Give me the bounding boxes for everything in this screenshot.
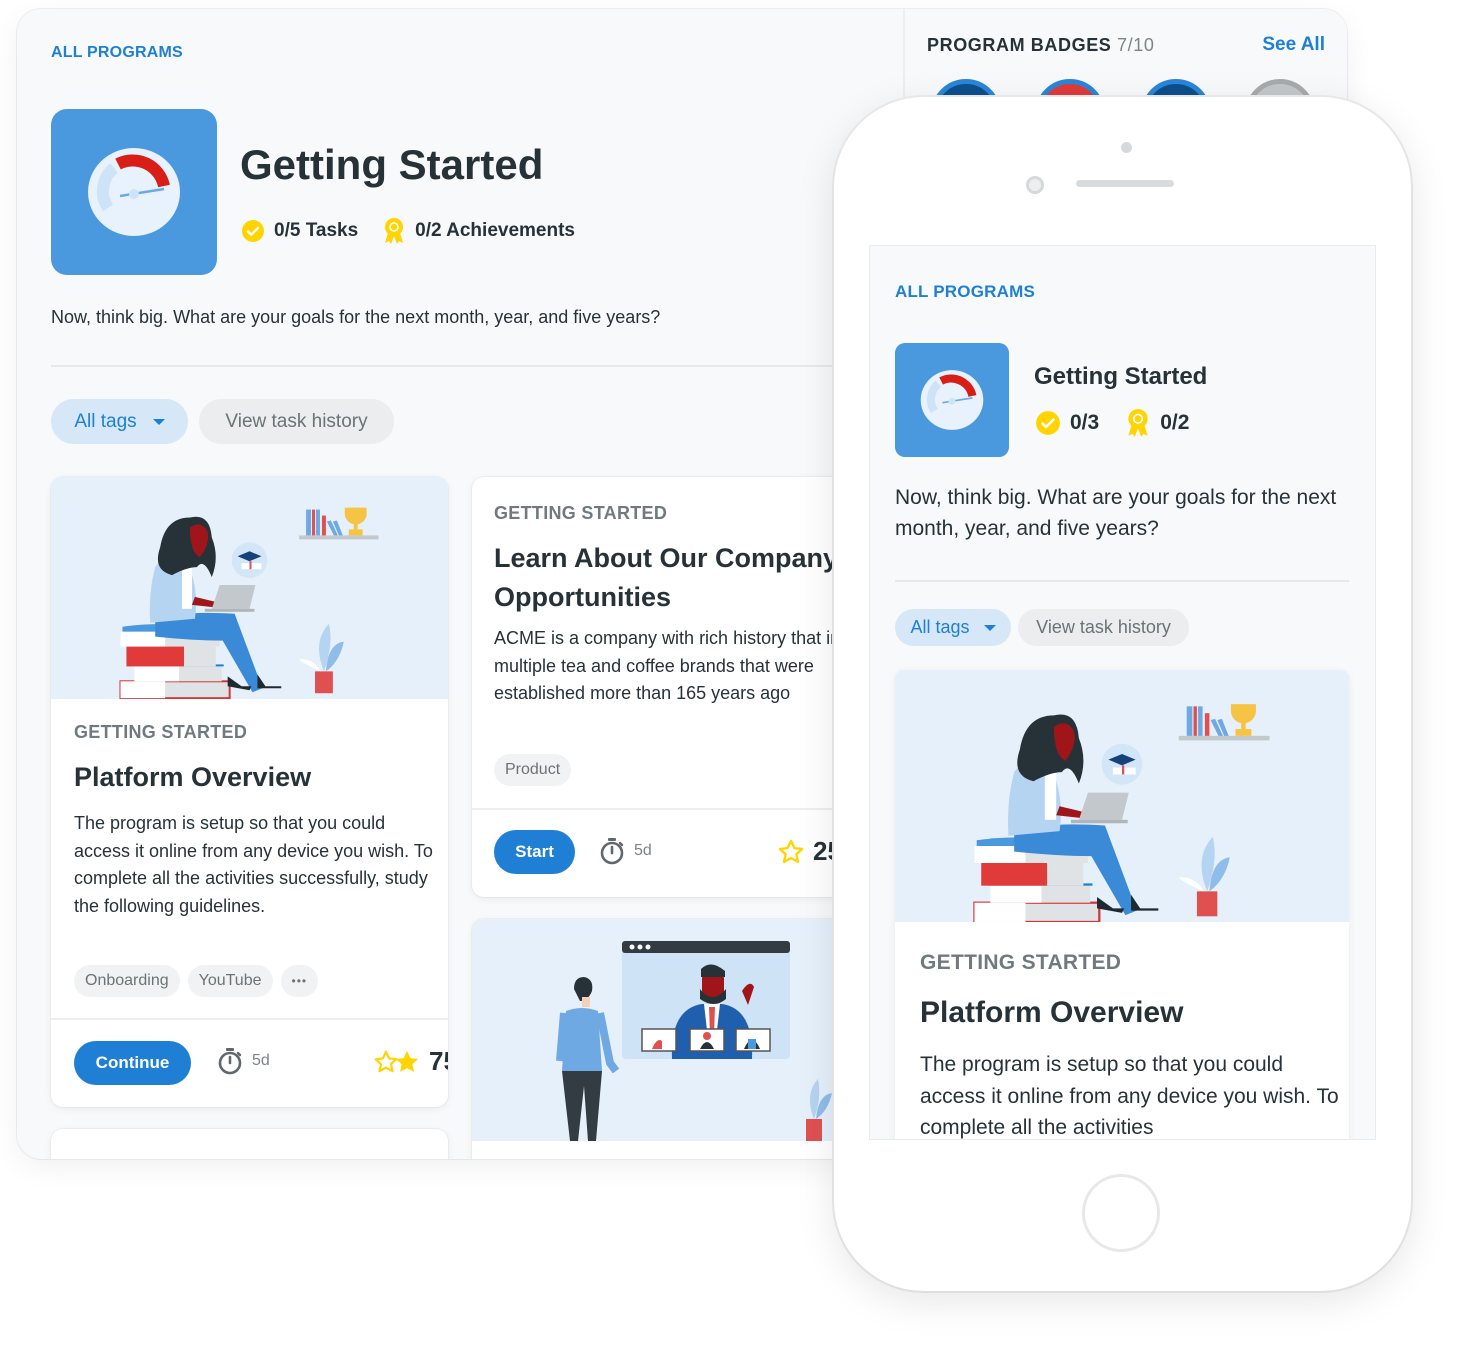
video-call-illustration <box>472 919 892 1141</box>
badges-count: 7/10 <box>1117 35 1155 55</box>
view-task-history-label: View task history <box>1036 617 1171 637</box>
duration: 5d <box>217 1047 270 1075</box>
more-tags-button[interactable]: ••• <box>280 965 319 997</box>
tasks-stat: 0/5 Tasks <box>241 219 358 243</box>
achievements-count: 0/2 Achievements <box>415 220 575 241</box>
tag-chip[interactable]: YouTube <box>187 965 273 997</box>
award-ribbon-icon <box>382 217 406 245</box>
stopwatch-icon <box>217 1047 243 1075</box>
all-tags-dropdown[interactable]: All tags <box>51 399 188 444</box>
task-card[interactable]: GETTING STARTED Platform Overview The pr… <box>51 477 448 1107</box>
phone-speaker <box>1076 180 1174 187</box>
achievements-stat: 0/2 Achievements <box>382 217 575 245</box>
award-ribbon-icon <box>1125 408 1151 438</box>
divider <box>472 808 892 810</box>
woman-studying-illustration <box>895 670 1349 922</box>
badges-title: PROGRAM BADGES 7/10 <box>927 35 1154 56</box>
program-title: Getting Started <box>240 141 544 188</box>
all-tags-label: All tags <box>74 410 137 432</box>
card-illustration <box>472 919 892 1141</box>
check-circle-icon <box>241 219 265 243</box>
card-category: GETTING STARTED <box>74 722 248 742</box>
card-tags: Product <box>494 754 579 786</box>
home-button[interactable] <box>1082 1174 1160 1252</box>
duration-value: 5d <box>252 1052 270 1069</box>
view-task-history-button[interactable]: View task history <box>199 399 394 444</box>
duration: 5d <box>599 837 652 865</box>
tasks-count: 0/3 <box>1070 411 1100 434</box>
caret-down-icon <box>152 418 165 425</box>
program-stats: 0/3 0/2 <box>1035 408 1215 438</box>
card-title: Learn About Our Company and Opportunitie… <box>494 543 892 612</box>
all-tags-dropdown[interactable]: All tags <box>895 609 1011 646</box>
card-illustration <box>895 670 1349 922</box>
caret-down-icon <box>983 624 996 631</box>
divider <box>895 580 1349 582</box>
all-programs-link[interactable]: ALL PROGRAMS <box>895 282 1035 302</box>
star-icon <box>393 1048 421 1076</box>
tasks-count: 0/5 Tasks <box>274 220 359 241</box>
phone-mockup: ALL PROGRAMS Getting Started 0/3 0/2 Now… <box>834 97 1411 1291</box>
tag-chip[interactable]: Product <box>494 754 572 786</box>
continue-button[interactable]: Continue <box>74 1041 191 1085</box>
phone-sensor <box>1121 142 1132 153</box>
gauge-icon <box>917 366 987 434</box>
phone-camera <box>1026 176 1044 194</box>
all-tags-label: All tags <box>910 617 970 637</box>
card-title: Platform Overview <box>74 762 312 792</box>
gauge-icon <box>83 142 185 242</box>
view-task-history-label: View task history <box>225 410 368 432</box>
points: 75 <box>373 1046 448 1077</box>
achievements-stat: 0/2 <box>1125 408 1189 438</box>
tag-chip[interactable]: Onboarding <box>74 965 180 997</box>
program-description: Now, think big. What are your goals for … <box>895 486 1337 540</box>
divider <box>51 1018 448 1020</box>
card-title: Platform Overview <box>920 996 1184 1029</box>
start-button[interactable]: Start <box>494 830 575 874</box>
task-card[interactable]: GETTING STARTED Platform Overview The pr… <box>895 670 1349 1139</box>
divider <box>51 365 911 367</box>
stopwatch-icon <box>599 837 625 865</box>
task-card[interactable] <box>472 919 892 1159</box>
card-category: GETTING STARTED <box>494 503 668 523</box>
program-icon <box>51 109 217 275</box>
points-value: 75 <box>429 1046 448 1076</box>
points: 25 <box>777 836 842 867</box>
program-main: ALL PROGRAMS Getting Started 0/5 Tasks 0… <box>17 9 911 1159</box>
star-outline-icon <box>777 838 805 866</box>
view-task-history-button[interactable]: View task history <box>1018 609 1189 646</box>
badges-title-text: PROGRAM BADGES <box>927 35 1112 55</box>
woman-studying-illustration <box>51 477 448 699</box>
all-programs-link[interactable]: ALL PROGRAMS <box>51 44 183 62</box>
see-all-link[interactable]: See All <box>1262 34 1325 56</box>
program-stats: 0/5 Tasks 0/2 Achievements <box>241 217 599 245</box>
card-tags: Onboarding YouTube ••• <box>74 965 326 997</box>
program-icon <box>895 343 1009 457</box>
task-card[interactable] <box>51 1129 448 1159</box>
card-description: The program is setup so that you could a… <box>74 813 433 916</box>
check-circle-icon <box>1035 410 1061 436</box>
achievements-count: 0/2 <box>1160 411 1190 434</box>
mobile-screen: ALL PROGRAMS Getting Started 0/3 0/2 Now… <box>869 245 1376 1140</box>
tasks-stat: 0/3 <box>1035 410 1099 436</box>
card-description: The program is setup so that you could a… <box>920 1053 1339 1139</box>
duration-value: 5d <box>634 842 652 859</box>
program-description: Now, think big. What are your goals for … <box>51 307 661 327</box>
card-category: GETTING STARTED <box>920 951 1122 974</box>
card-illustration <box>51 477 448 699</box>
card-description: ACME is a company with rich history that… <box>494 628 892 703</box>
task-card[interactable]: GETTING STARTED Learn About Our Company … <box>472 477 892 897</box>
program-title: Getting Started <box>1034 363 1208 390</box>
